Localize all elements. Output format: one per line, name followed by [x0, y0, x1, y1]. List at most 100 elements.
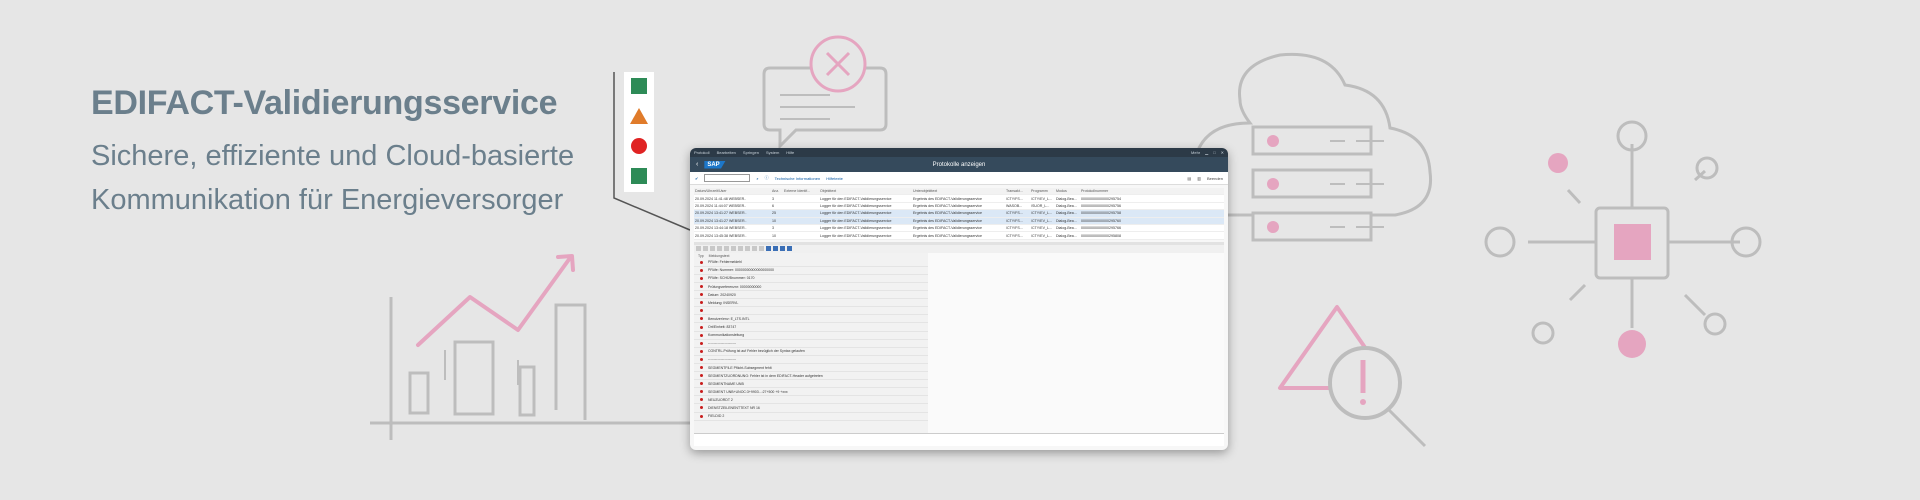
message-column-header[interactable]: Meldungstext — [709, 254, 730, 258]
log-row[interactable]: PRüfe: Nummer: 00000000000000000000 — [694, 267, 928, 275]
toolbar-icon[interactable] — [696, 246, 701, 252]
log-row[interactable] — [694, 307, 928, 316]
table-row[interactable]: 20.09.2024 11:41:48 WEBSER.. 3 Logger für … — [694, 195, 1224, 203]
table-cell: 20.09.2024 13:44:18 WEBSER.. — [695, 226, 747, 231]
toolbar-icon[interactable] — [745, 246, 750, 252]
log-message: Meldung: INSERVL — [708, 300, 739, 305]
log-message: Ort/Einheit: 83747 — [708, 325, 737, 330]
log-message: ------------------------ — [708, 357, 736, 362]
table-row[interactable]: 20.09.2024 13:41:27 WEBSER.. 10 Logger für… — [694, 217, 1224, 225]
exit-button[interactable]: Beenden — [1207, 176, 1223, 181]
log-row[interactable]: CONTRL-Prüfung ist auf Fehler bezüglich … — [694, 348, 928, 356]
error-status-icon — [700, 333, 703, 337]
minimize-icon[interactable]: ▁ — [1205, 150, 1208, 155]
log-row[interactable]: PRüfe: Fehlermeldehl — [694, 259, 928, 267]
error-status-icon — [700, 366, 703, 369]
menu-item[interactable]: Springen — [743, 150, 759, 155]
log-row[interactable]: NEUZUORDT 2 — [694, 396, 928, 405]
layout-icon[interactable]: ▥ — [1197, 176, 1201, 181]
log-row[interactable]: Meldung: INSERVL — [694, 299, 928, 308]
filter-error-icon[interactable] — [766, 246, 771, 252]
close-icon[interactable]: ✕ — [1221, 150, 1224, 155]
column-header[interactable]: Objekttext — [819, 189, 912, 193]
toolbar-icon[interactable] — [703, 246, 708, 252]
table-cell: 00000000000000295766 — [1081, 226, 1121, 231]
trend-arrow-icon — [416, 254, 575, 347]
column-header[interactable]: Externe Identif... — [783, 189, 819, 193]
filter-all-icon[interactable] — [787, 246, 792, 252]
column-header[interactable]: Protokollnummer — [1080, 189, 1151, 193]
back-icon[interactable]: ‹ — [696, 161, 698, 168]
log-row[interactable]: Ort/Einheit: 83747 — [694, 323, 928, 332]
log-message: PRüfe: Nummer: 00000000000000000000 — [708, 268, 774, 273]
table-cell: Dialog-Bea... — [1056, 203, 1077, 208]
print-icon[interactable]: ▤ — [1187, 176, 1191, 181]
menu-item[interactable]: Bearbeiten — [717, 150, 736, 155]
log-row[interactable]: DIENSTZEILENENTTEXT NR 16 — [694, 404, 928, 413]
toolbar-icon[interactable] — [731, 246, 736, 252]
table-cell: 10 — [772, 218, 776, 223]
error-status-icon — [700, 341, 703, 345]
error-status-icon — [700, 309, 703, 313]
error-status-icon — [700, 317, 703, 321]
toolbar-icon[interactable] — [717, 246, 722, 252]
maximize-icon[interactable]: □ — [1213, 150, 1215, 155]
error-status-icon — [700, 301, 703, 305]
table-row[interactable]: 20.09.2024 13:44:18 WEBSER.. 3 Logger für … — [694, 225, 1224, 233]
column-header[interactable]: Anz. — [771, 189, 783, 193]
log-message: ------------------------ — [708, 341, 736, 346]
error-status-icon — [700, 293, 703, 297]
table-cell: /CTY/EV_L... — [1031, 218, 1052, 223]
table-cell: Dialog-Bea... — [1056, 211, 1077, 216]
help-texts-button[interactable]: Hilfetexte — [826, 176, 843, 181]
menu-item[interactable]: Protokoll — [694, 150, 710, 155]
search-icon[interactable]: ⌕ — [756, 176, 758, 181]
menu-more[interactable]: Mehr — [1191, 150, 1200, 155]
toolbar-icon[interactable] — [724, 246, 729, 252]
log-message: Benutzer/env: E_LTS.INTL — [708, 316, 750, 321]
log-row[interactable]: Datum: 20240920 — [694, 291, 928, 300]
log-row[interactable]: Kommunikationsleitung — [694, 332, 928, 340]
log-row[interactable]: SEGMENTFILE Pflicht-Subsegment fehlt — [694, 364, 928, 373]
column-header[interactable]: Transakt... — [1005, 189, 1030, 193]
column-header[interactable]: Datum/Uhrzeit/User — [694, 189, 771, 193]
table-cell: Logger für den EDIFACT-Validierungsservi… — [820, 203, 892, 208]
toolbar-icon[interactable] — [710, 246, 715, 252]
column-header[interactable]: Programm — [1030, 189, 1055, 193]
table-cell: 00000000000000295756 — [1081, 203, 1121, 208]
toolbar-icon[interactable] — [752, 246, 757, 252]
menu-item[interactable]: System — [766, 150, 779, 155]
log-message: FIELDID 2 — [708, 414, 725, 419]
table-header: Datum/Uhrzeit/User Anz. Externe Identif.… — [694, 188, 1224, 196]
status-legend-card — [613, 72, 691, 231]
log-row[interactable]: SEGMENTZUORDNUNG: Fehler ist in dem EDIF… — [694, 372, 928, 381]
info-icon[interactable]: ⓘ — [765, 175, 769, 181]
error-message-bubble-icon — [762, 35, 888, 150]
table-cell: 00000000000000295754 — [1081, 196, 1121, 201]
toolbar-icon[interactable] — [738, 246, 743, 252]
table-row[interactable]: 20.09.2024 11:44:07 WEBSER.. 6 Logger für … — [694, 203, 1224, 211]
log-row[interactable]: FIELDID 2 — [694, 413, 928, 421]
filter-warning-icon[interactable] — [773, 246, 778, 252]
table-cell: Logger für den EDIFACT-Validierungsservi… — [820, 233, 892, 238]
filter-info-icon[interactable] — [780, 246, 785, 252]
log-row[interactable]: Benutzer/env: E_LTS.INTL — [694, 315, 928, 324]
table-row[interactable]: 20.09.2024 13:45:38 WEBSER.. 10 Logger für… — [694, 232, 1224, 240]
error-status-icon — [700, 398, 703, 402]
column-header[interactable]: Unterobjekttext — [912, 189, 1005, 193]
menu-item[interactable]: Hilfe — [786, 150, 794, 155]
log-row[interactable]: SEGMENTNAME UNB — [694, 380, 928, 389]
toolbar-icon[interactable] — [759, 246, 764, 252]
command-field[interactable] — [704, 174, 751, 182]
log-row[interactable]: SEGMENT UNB+UNOC:3+9903...:27+500 +9 +xx… — [694, 388, 928, 397]
type-column-header[interactable]: Typ — [698, 254, 704, 258]
log-row[interactable]: ------------------------ — [694, 356, 928, 364]
log-row[interactable]: ------------------------ — [694, 340, 928, 348]
log-row[interactable]: Prüfungsreferenznr: 00000000000 — [694, 283, 928, 292]
technical-info-button[interactable]: Technische Informationen — [775, 176, 821, 181]
table-row[interactable]: 20.09.2024 13:41:27 WEBSER.. 25 Logger für… — [694, 210, 1224, 218]
log-row[interactable]: PRüfe: SCHÜBnummer: 0170 — [694, 275, 928, 284]
column-header[interactable]: Modus — [1055, 189, 1080, 193]
sap-logo: SAP — [704, 160, 726, 169]
check-icon[interactable]: ✔ — [695, 176, 698, 181]
